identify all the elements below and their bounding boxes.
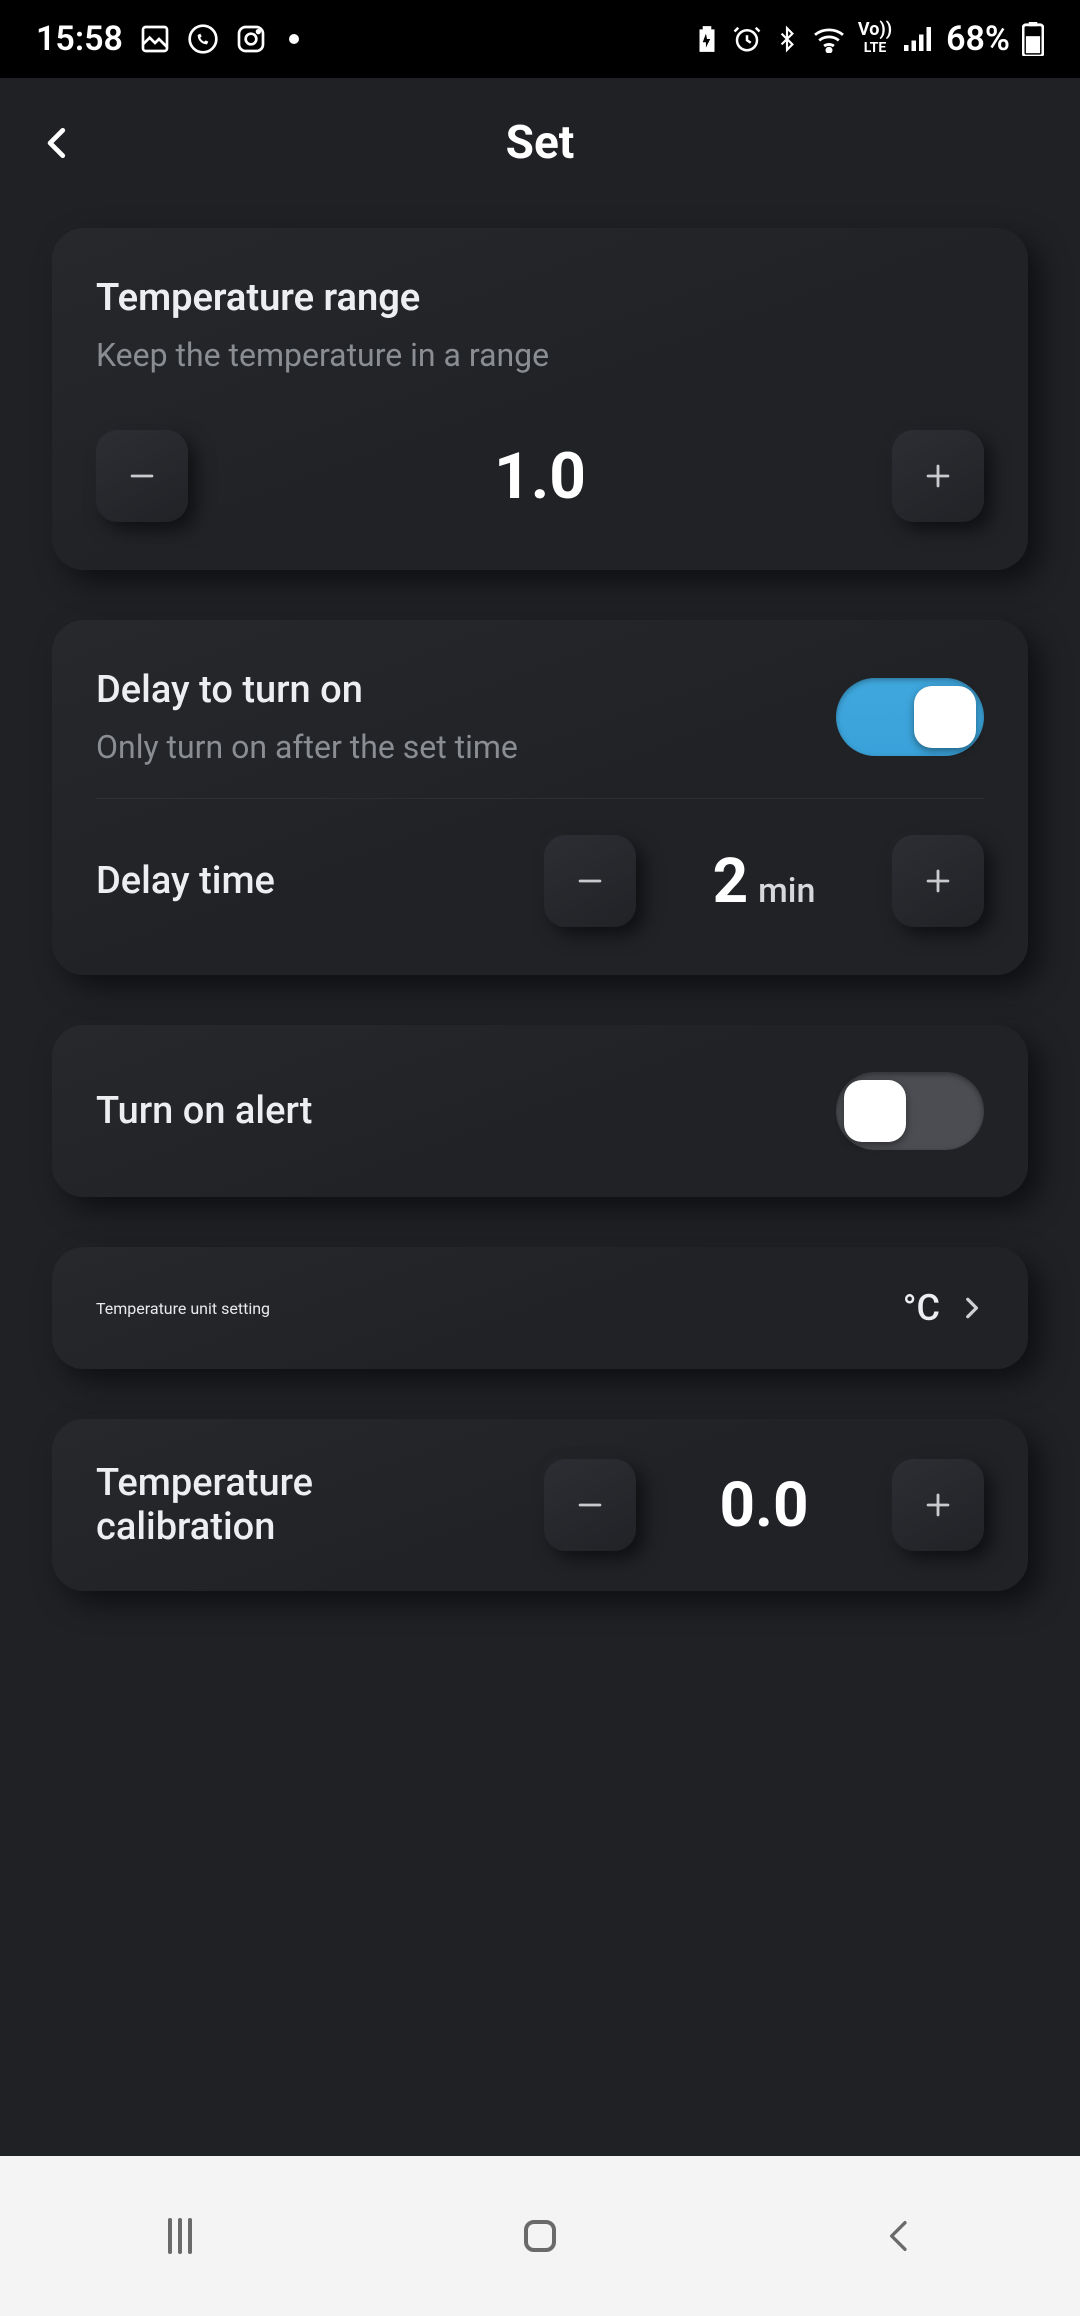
status-left: 15:58	[36, 19, 299, 59]
whatsapp-icon	[187, 23, 219, 55]
calibration-row: Temperature calibration 0.0	[96, 1459, 984, 1551]
temperature-range-card: Temperature range Keep the temperature i…	[52, 228, 1028, 570]
delay-card: Delay to turn on Only turn on after the …	[52, 620, 1028, 975]
minus-icon	[125, 459, 159, 493]
calibration-title: Temperature calibration	[96, 1461, 416, 1549]
alert-toggle[interactable]	[836, 1072, 984, 1150]
recents-icon	[156, 2212, 204, 2260]
battery-percentage: 68%	[946, 19, 1010, 59]
temperature-range-value-text: 1.0	[494, 439, 586, 514]
toggle-knob	[844, 1080, 906, 1142]
delay-toggle[interactable]	[836, 678, 984, 756]
bluetooth-icon	[774, 23, 800, 55]
unit-setting-card[interactable]: Temperature unit setting °C	[52, 1247, 1028, 1369]
calibration-card: Temperature calibration 0.0	[52, 1419, 1028, 1591]
back-button[interactable]	[28, 113, 88, 173]
chevron-left-icon	[39, 116, 77, 170]
calibration-minus-button[interactable]	[544, 1459, 636, 1551]
signal-icon	[904, 26, 934, 52]
instagram-icon	[235, 23, 267, 55]
calibration-stepper: 0.0	[544, 1459, 984, 1551]
app-screen: Set Temperature range Keep the temperatu…	[0, 78, 1080, 2156]
delay-toggle-row: Delay to turn on Only turn on after the …	[96, 668, 984, 766]
page-title: Set	[506, 116, 575, 170]
unit-setting-title: Temperature unit setting	[96, 1299, 270, 1318]
delay-time-row: Delay time 2 min	[96, 835, 984, 927]
status-right: Vo))LTE 68%	[694, 19, 1044, 59]
toggle-knob	[914, 686, 976, 748]
temperature-range-value: 1.0	[188, 439, 892, 514]
delay-title: Delay to turn on	[96, 668, 518, 712]
app-header: Set	[0, 78, 1080, 208]
home-icon	[516, 2212, 564, 2260]
temperature-range-subtitle: Keep the temperature in a range	[96, 336, 984, 374]
content: Temperature range Keep the temperature i…	[0, 208, 1080, 1591]
calibration-value: 0.0	[664, 1469, 864, 1542]
temperature-range-title: Temperature range	[96, 276, 984, 320]
temperature-range-plus-button[interactable]	[892, 430, 984, 522]
unit-setting-row: Temperature unit setting °C	[96, 1287, 984, 1329]
calibration-plus-button[interactable]	[892, 1459, 984, 1551]
plus-icon	[921, 1488, 955, 1522]
delay-time-value-text: 2	[713, 845, 749, 918]
delay-time-unit: min	[758, 871, 815, 911]
alert-card: Turn on alert	[52, 1025, 1028, 1197]
delay-time-value: 2 min	[664, 845, 864, 918]
back-icon	[880, 2212, 920, 2260]
alert-title: Turn on alert	[96, 1089, 312, 1133]
minus-icon	[573, 1488, 607, 1522]
android-status-bar: 15:58 Vo))LTE 68%	[0, 0, 1080, 78]
temperature-range-minus-button[interactable]	[96, 430, 188, 522]
status-time: 15:58	[36, 19, 123, 59]
minus-icon	[573, 864, 607, 898]
battery-icon	[1022, 22, 1044, 56]
nav-recents-button[interactable]	[140, 2206, 220, 2266]
unit-setting-value: °C	[903, 1287, 940, 1329]
delay-time-plus-button[interactable]	[892, 835, 984, 927]
chevron-right-icon	[958, 1288, 984, 1328]
plus-icon	[921, 864, 955, 898]
gallery-icon	[139, 23, 171, 55]
delay-time-stepper: 2 min	[544, 835, 984, 927]
nav-home-button[interactable]	[500, 2206, 580, 2266]
temperature-range-stepper: 1.0	[96, 430, 984, 522]
volte-indicator-icon: Vo))LTE	[858, 21, 892, 57]
battery-saver-icon	[694, 24, 720, 54]
alert-row: Turn on alert	[96, 1065, 984, 1157]
android-nav-bar	[0, 2156, 1080, 2316]
delay-subtitle: Only turn on after the set time	[96, 728, 518, 766]
delay-time-minus-button[interactable]	[544, 835, 636, 927]
nav-back-button[interactable]	[860, 2206, 940, 2266]
more-notifications-dot-icon	[289, 34, 299, 44]
calibration-value-text: 0.0	[719, 1469, 808, 1542]
delay-time-label: Delay time	[96, 859, 275, 903]
wifi-icon	[812, 25, 846, 53]
divider	[96, 798, 984, 799]
alarm-icon	[732, 24, 762, 54]
plus-icon	[921, 459, 955, 493]
